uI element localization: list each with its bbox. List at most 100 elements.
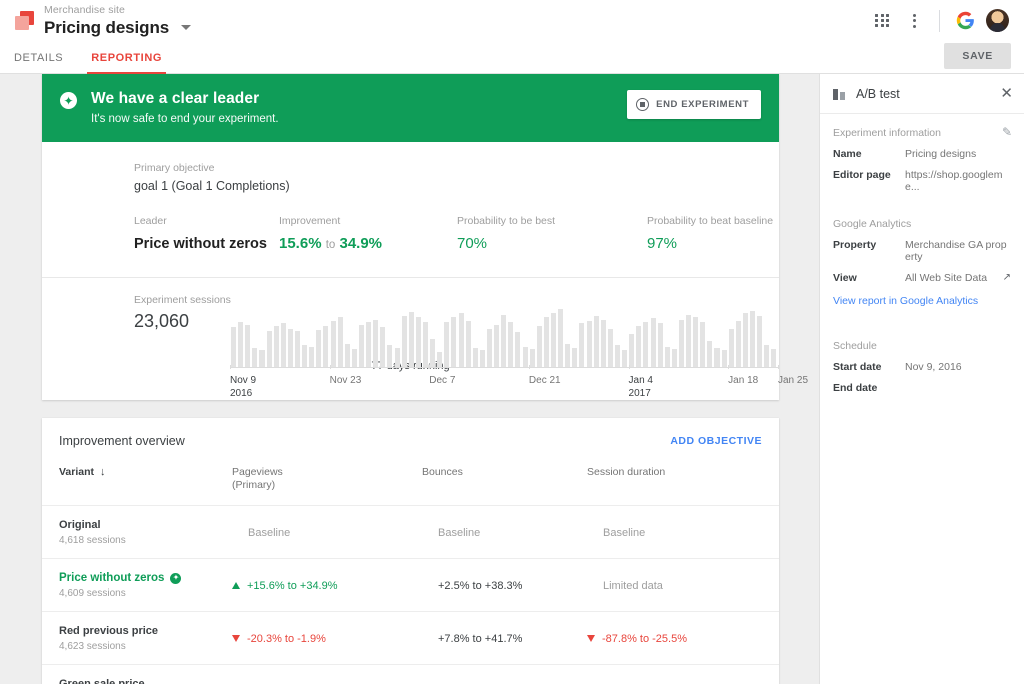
chart-bar <box>487 329 492 367</box>
chart-axis <box>230 367 778 368</box>
metric-value: Baseline <box>603 527 645 539</box>
panel-key-view: View <box>833 272 905 284</box>
add-objective-button[interactable]: ADD OBJECTIVE <box>670 435 762 447</box>
col-variant[interactable]: Variant↓ <box>42 462 232 506</box>
panel-value-name: Pricing designs <box>905 148 1011 160</box>
chart-bar <box>437 352 442 367</box>
google-analytics-section: Google Analytics Property Merchandise GA… <box>820 202 1024 284</box>
metric-value: -87.8% to -25.5% <box>602 633 687 645</box>
chart-bar <box>466 321 471 367</box>
cell-metric-1: +2.5% to +38.3% <box>422 559 587 612</box>
panel-row-start-date: Start date Nov 9, 2016 <box>833 361 1011 373</box>
save-button[interactable]: SAVE <box>944 43 1011 69</box>
close-icon[interactable]: ✕ <box>1000 87 1013 101</box>
panel-row-name: Name Pricing designs <box>833 148 1011 160</box>
chart-bar <box>302 345 307 367</box>
chart-bar <box>480 350 485 367</box>
metric-value-wrap: Limited data <box>587 580 779 592</box>
results-card: ✦ We have a clear leader It's now safe t… <box>42 74 779 400</box>
stat-improvement-label: Improvement <box>279 214 457 228</box>
chart-bar <box>523 347 528 367</box>
google-g-logo-icon[interactable] <box>950 6 980 36</box>
chart-bar <box>231 327 236 367</box>
col-bounces[interactable]: Bounces <box>422 462 587 506</box>
chart-bar <box>252 348 257 367</box>
table-row[interactable]: Green sale price4,612 sessions+12.1% to … <box>42 665 779 684</box>
tab-details[interactable]: DETAILS <box>0 52 77 73</box>
apps-grid-icon[interactable] <box>867 6 897 36</box>
chart-bar <box>736 321 741 367</box>
panel-row-editor-page: Editor page https://shop.googleme... <box>833 169 1011 193</box>
kebab-menu-icon[interactable] <box>899 6 929 36</box>
cell-metric-0: +12.1% to +25.8% <box>232 665 422 684</box>
chart-x-labels: Nov 92016Nov 23Dec 7Dec 21Jan 42017Jan 1… <box>230 374 778 404</box>
header-divider <box>939 10 940 32</box>
chart-bar <box>651 318 656 367</box>
banner-text: We have a clear leader It's now safe to … <box>91 89 279 126</box>
panel-value-view: All Web Site Data <box>905 272 999 284</box>
col-pageviews[interactable]: Pageviews (Primary) <box>232 462 422 506</box>
metric-value-wrap: -87.8% to -25.5% <box>587 633 779 645</box>
chart-bar <box>316 330 321 367</box>
stat-prob-baseline: Probability to beat baseline 97% <box>647 214 773 255</box>
panel-key-end-date: End date <box>833 382 905 394</box>
google-analytics-title: Google Analytics <box>833 218 1011 230</box>
chart-bar <box>757 316 762 367</box>
panel-row-view: View All Web Site Data ↗ <box>833 272 1011 284</box>
chevron-down-icon[interactable] <box>181 25 191 30</box>
panel-value-property: Merchandise GA property <box>905 239 1011 263</box>
cell-metric-2: -87.8% to -25.5% <box>587 612 779 665</box>
chart-bar <box>579 323 584 367</box>
chart-bar <box>274 326 279 367</box>
metric-value: -20.3% to -1.9% <box>247 633 326 645</box>
chart-bar <box>508 322 513 367</box>
panel-key-start-date: Start date <box>833 361 905 373</box>
metric-value: Limited data <box>603 580 663 592</box>
improvement-overview-card: Improvement overview ADD OBJECTIVE Varia… <box>42 418 779 684</box>
variant-name: Green sale price <box>59 677 232 684</box>
app-header: Merchandise site Pricing designs <box>0 0 1024 41</box>
end-experiment-button[interactable]: END EXPERIMENT <box>627 90 761 119</box>
chart-bar <box>402 316 407 367</box>
stat-improvement: Improvement 15.6% to 34.9% <box>279 214 457 255</box>
col-session-duration[interactable]: Session duration <box>587 462 779 506</box>
end-experiment-label: END EXPERIMENT <box>656 99 749 110</box>
chart-bar <box>629 334 634 367</box>
view-report-link[interactable]: View report in Google Analytics <box>820 293 1024 307</box>
sessions-bar-chart <box>230 300 778 368</box>
trend-up-icon <box>232 582 240 589</box>
chart-bar <box>693 317 698 367</box>
pencil-edit-icon[interactable]: ✎ <box>1002 125 1012 139</box>
chart-bar <box>707 341 712 367</box>
chart-bar <box>608 329 613 367</box>
chart-bar <box>281 323 286 367</box>
chart-tick <box>728 365 729 369</box>
cell-variant: Red previous price4,623 sessions <box>42 612 232 665</box>
panel-header: A/B test ✕ <box>820 74 1024 114</box>
table-row[interactable]: Original4,618 sessionsBaselineBaselineBa… <box>42 506 779 559</box>
chart-bar <box>551 313 556 367</box>
chart-bar <box>643 322 648 367</box>
chart-bar <box>686 315 691 367</box>
stat-leader: Leader Price without zeros <box>134 214 279 255</box>
stat-leader-label: Leader <box>134 214 279 228</box>
open-in-new-icon[interactable]: ↗ <box>1003 272 1011 283</box>
chart-bar <box>700 322 705 367</box>
tab-reporting[interactable]: REPORTING <box>77 52 176 73</box>
chart-bar <box>622 350 627 367</box>
optimize-logo-icon <box>15 11 35 31</box>
chart-bar <box>636 326 641 367</box>
chart-bar <box>359 325 364 367</box>
chart-x-label: Nov 92016 <box>230 374 256 400</box>
chart-bar <box>345 344 350 367</box>
table-header-row: Variant↓ Pageviews (Primary) Bounces Ses… <box>42 462 779 506</box>
table-row[interactable]: Price without zeros✦4,609 sessions+15.6%… <box>42 559 779 612</box>
avatar[interactable] <box>982 6 1012 36</box>
chart-tick <box>429 365 430 369</box>
chart-bar <box>288 329 293 367</box>
stat-prob-best-value: 70% <box>457 234 647 254</box>
chart-bar <box>658 323 663 367</box>
table-row[interactable]: Red previous price4,623 sessions -20.3% t… <box>42 612 779 665</box>
metric-value: +15.6% to +34.9% <box>247 580 338 592</box>
chart-bar <box>572 348 577 367</box>
